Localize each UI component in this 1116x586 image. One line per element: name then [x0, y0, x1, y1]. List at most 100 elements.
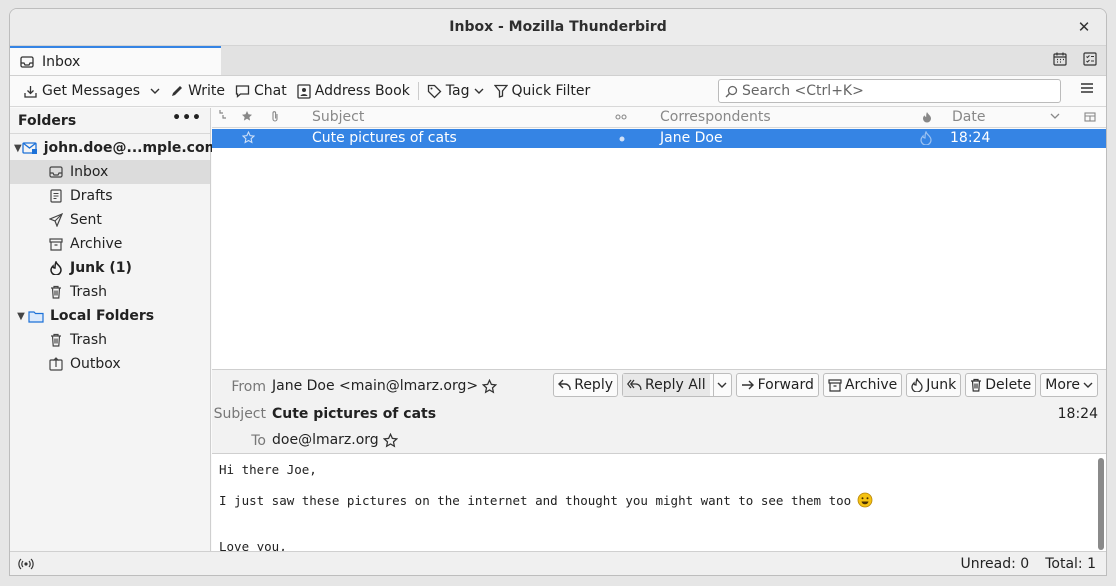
tasks-icon[interactable] [1082, 51, 1098, 67]
chevron-down-icon [150, 86, 160, 96]
search-input[interactable]: Search <Ctrl+K> [718, 79, 1061, 103]
reply-all-main[interactable]: Reply All [623, 374, 710, 396]
star-outline-icon[interactable] [482, 378, 498, 394]
folder-label: Inbox [70, 164, 109, 180]
search-icon [725, 85, 738, 98]
more-options-icon[interactable]: ••• [172, 110, 202, 126]
more-button[interactable]: More [1040, 373, 1098, 397]
forward-icon [741, 379, 755, 391]
trash-icon [48, 285, 64, 299]
local-folders-row[interactable]: ▼ Local Folders [10, 304, 210, 328]
account-name: john.doe@...mple.com [43, 140, 220, 156]
junk-label: Junk [926, 377, 957, 393]
column-picker-icon[interactable] [1084, 111, 1096, 123]
toolbar-divider [417, 82, 419, 100]
star-icon[interactable] [242, 131, 255, 144]
folder-item-outbox[interactable]: Outbox [10, 352, 210, 376]
titlebar: Inbox - Mozilla Thunderbird ✕ [10, 9, 1106, 46]
folder-item-trash[interactable]: Trash [10, 280, 210, 304]
junk-column-icon[interactable] [922, 111, 932, 123]
sort-chevron-down-icon[interactable] [1050, 111, 1060, 121]
to-field[interactable]: doe@lmarz.org [272, 432, 398, 448]
chat-button[interactable]: Chat [230, 79, 292, 103]
folder-pane-header: Folders ••• [10, 108, 210, 134]
from-field[interactable]: Jane Doe <main@lmarz.org> [272, 378, 498, 394]
folder-item-drafts[interactable]: Drafts [10, 184, 210, 208]
account-row[interactable]: ▼ john.doe@...mple.com [10, 136, 219, 160]
subject-value: Cute pictures of cats [272, 406, 437, 422]
thread-column-icon[interactable] [218, 109, 228, 121]
folder-label: Drafts [70, 188, 113, 204]
close-icon[interactable]: ✕ [1074, 17, 1094, 37]
chevron-down-icon[interactable] [712, 374, 731, 396]
correspondents-column-header[interactable]: Correspondents [660, 109, 771, 125]
message-body[interactable]: Hi there Joe, I just saw these pictures … [212, 453, 1106, 554]
tab-label: Inbox [42, 53, 81, 70]
chevron-down-icon[interactable]: ▼ [14, 311, 28, 322]
folder-label: Junk (1) [70, 260, 132, 276]
hamburger-menu-icon[interactable] [1080, 81, 1094, 95]
address-book-label: Address Book [314, 83, 410, 99]
subject-column-header[interactable]: Subject [312, 109, 364, 125]
folder-item-sent[interactable]: Sent [10, 208, 210, 232]
folder-item-archive[interactable]: Archive [10, 232, 210, 256]
folder-item-inbox[interactable]: Inbox [10, 160, 210, 184]
archive-icon [48, 237, 64, 251]
star-column-icon[interactable] [241, 110, 253, 122]
reply-button[interactable]: Reply [553, 373, 618, 397]
chevron-down-icon [1083, 380, 1093, 390]
get-messages-button[interactable]: Get Messages [18, 79, 145, 103]
reply-icon [558, 379, 571, 391]
thread-toggle-icon[interactable] [615, 112, 627, 122]
email-account-icon [22, 141, 38, 155]
attachment-column-icon[interactable] [270, 110, 280, 123]
star-outline-icon[interactable] [382, 432, 398, 448]
quick-filter-button[interactable]: Quick Filter [489, 79, 596, 103]
archive-label: Archive [844, 377, 898, 393]
tag-label: Tag [445, 83, 470, 99]
folder-icon [28, 310, 44, 323]
junk-status-icon[interactable] [920, 131, 932, 145]
message-time: 18:24 [1057, 406, 1098, 422]
total-count: Total: 1 [1045, 555, 1096, 572]
delete-button[interactable]: Delete [965, 373, 1037, 397]
address-book-button[interactable]: Address Book [292, 79, 415, 103]
reply-all-icon [627, 379, 642, 391]
quick-filter-label: Quick Filter [511, 83, 591, 99]
table-row[interactable]: Cute pictures of cats Jane Doe 18:24 [212, 129, 1106, 148]
junk-button[interactable]: Junk [906, 373, 962, 397]
reply-all-button[interactable]: Reply All [622, 373, 732, 397]
main-toolbar: Get Messages Write Chat Address Book Tag… [10, 76, 1106, 107]
message-date: 18:24 [950, 130, 991, 146]
folder-item-local-trash[interactable]: Trash [10, 328, 210, 352]
more-label: More [1045, 377, 1080, 393]
forward-label: Forward [757, 377, 814, 393]
get-messages-dropdown[interactable] [145, 79, 165, 103]
filter-icon [493, 84, 508, 98]
chevron-down-icon[interactable]: ▼ [14, 143, 22, 154]
chat-icon [235, 84, 250, 98]
trash-icon [48, 333, 64, 347]
tab-inbox[interactable]: Inbox [10, 46, 221, 75]
calendar-icon[interactable] [1052, 51, 1068, 67]
unread-dot-icon[interactable] [619, 136, 625, 142]
online-status-icon[interactable] [18, 558, 34, 570]
inbox-icon [20, 55, 34, 69]
message-header-pane: From Jane Doe <main@lmarz.org> Reply Rep… [212, 369, 1106, 453]
tag-icon [427, 84, 442, 99]
date-column-header[interactable]: Date [952, 109, 985, 125]
archive-icon [828, 378, 842, 392]
forward-button[interactable]: Forward [735, 373, 819, 397]
folder-pane-title: Folders [18, 112, 77, 129]
local-folders-label: Local Folders [50, 308, 155, 324]
write-button[interactable]: Write [165, 79, 230, 103]
junk-icon [911, 378, 923, 392]
chevron-down-icon [474, 86, 484, 96]
tag-button[interactable]: Tag [422, 79, 489, 103]
outbox-icon [48, 357, 64, 371]
from-value: Jane Doe <main@lmarz.org> [272, 378, 479, 394]
archive-button[interactable]: Archive [822, 373, 903, 397]
body-scrollbar[interactable] [1098, 458, 1104, 550]
folder-item-junk[interactable]: Junk (1) [10, 256, 210, 280]
message-actions: Reply Reply All Forward Archive Junk Del… [553, 373, 1098, 397]
